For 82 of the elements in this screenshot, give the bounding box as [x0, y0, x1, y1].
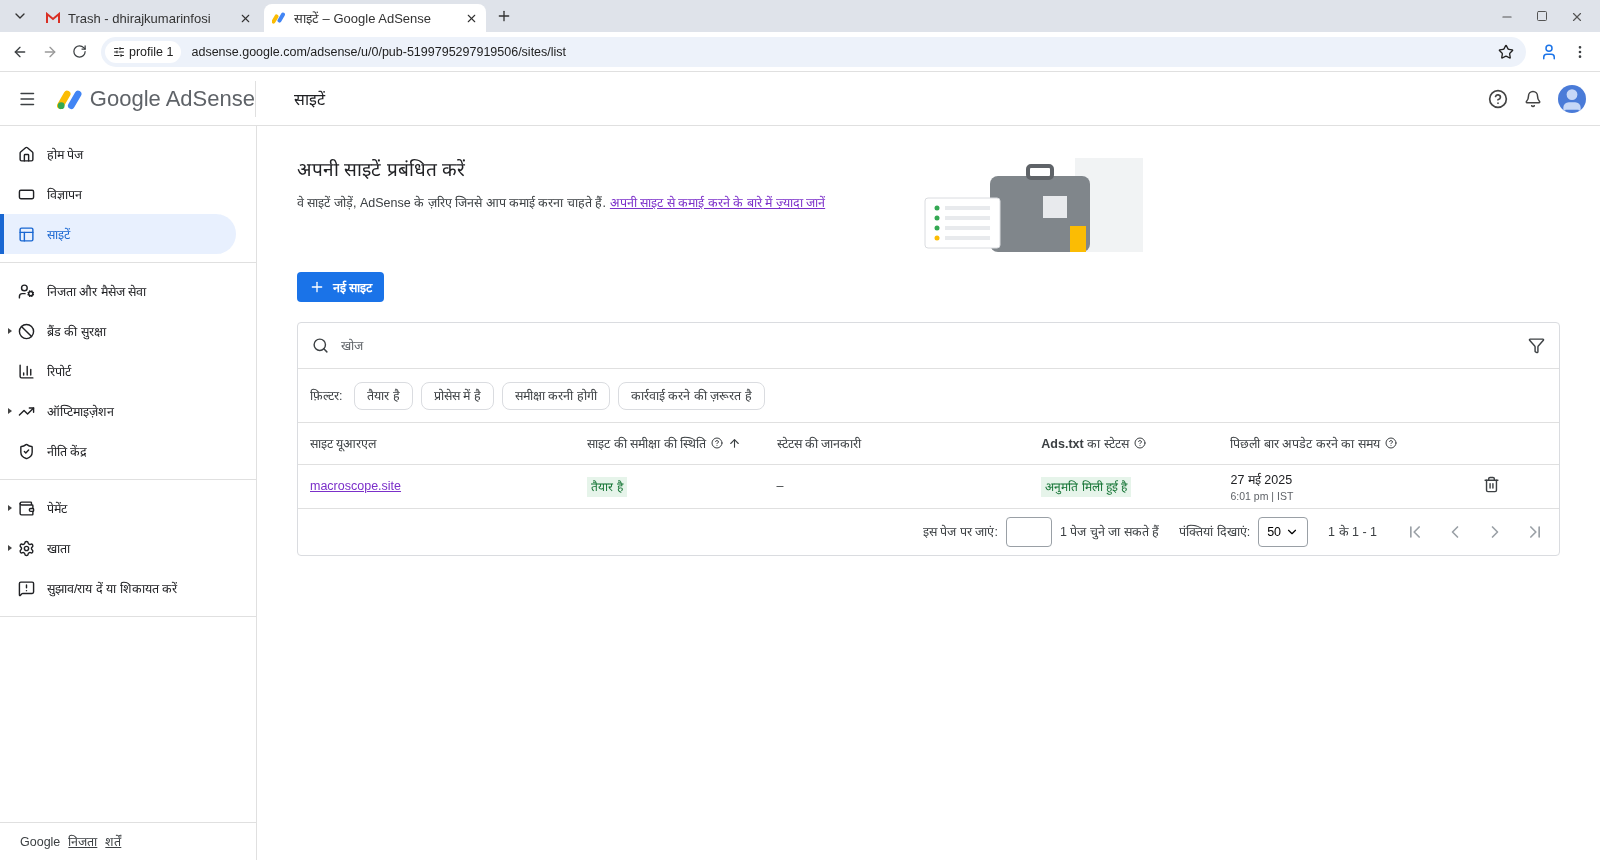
sort-arrow-icon[interactable]: [728, 436, 742, 450]
rows-per-page-select[interactable]: 50: [1258, 516, 1309, 547]
sidebar-item[interactable]: खाता: [0, 528, 236, 568]
feedback-icon: [18, 579, 35, 597]
footer-link[interactable]: शर्तें: [105, 833, 122, 850]
sidebar-item[interactable]: ऑप्टिमाइज़ेशन: [0, 391, 236, 431]
table-cell: –: [776, 479, 784, 493]
intro-text: वे साइटें जोड़ें, AdSense के ज़रिए जिनसे आप कमाई करना चाहते हैं. अपनी साइट से कमाई करने के बारे में ज़्यादा जानें: [297, 194, 826, 211]
reload-icon[interactable]: [72, 44, 87, 59]
caret-icon: [8, 408, 12, 414]
browser-tab[interactable]: Trash - dhirajkumarinfosi: [38, 4, 260, 32]
sidebar-item[interactable]: साइटें: [0, 214, 236, 254]
filter-chip[interactable]: प्रोसेस में है: [420, 381, 494, 410]
status-badge: तैयार है: [587, 476, 627, 497]
home-icon: [18, 145, 35, 163]
filter-chip[interactable]: तैयार है: [354, 381, 413, 410]
prohibited-icon: [18, 322, 35, 340]
sidebar-item[interactable]: होम पेज: [0, 134, 236, 174]
close-icon[interactable]: [1570, 10, 1584, 24]
delete-icon: [1482, 476, 1500, 493]
help-icon[interactable]: [711, 437, 724, 450]
sidebar-item[interactable]: पेमेंट: [0, 488, 236, 528]
sidebar-item[interactable]: नीति केंद्र: [0, 431, 236, 471]
updated-time: 6:01 pm | IST: [1230, 489, 1295, 502]
new-site-button[interactable]: नई साइट: [297, 272, 385, 302]
status-badge: अनुमति मिली हुई है: [1041, 476, 1132, 497]
restore-icon[interactable]: [1536, 10, 1548, 22]
help-icon[interactable]: [1133, 437, 1146, 450]
settings-icon: [18, 539, 35, 557]
sidebar-item[interactable]: ब्रैंड की सुरक्षा: [0, 311, 236, 351]
bar-chart-icon: [18, 362, 35, 380]
column-header[interactable]: साइट यूआरएल: [310, 434, 377, 452]
sidebar-item[interactable]: निजता और मैसेज सेवा: [0, 271, 236, 311]
product-name: Google AdSense: [89, 85, 255, 112]
filter-label: फ़िल्टर:: [310, 387, 343, 404]
tab-title: Trash - dhirajkumarinfosi: [68, 10, 212, 26]
column-header[interactable]: पिछली बार अपडेट करने का समय: [1230, 434, 1397, 452]
tab-title: साइटें – Google AdSense: [294, 10, 433, 27]
column-header[interactable]: Ads.txt का स्टेटस: [1041, 434, 1146, 452]
filter-chip[interactable]: कार्रवाई करने की ज़रूरत है: [617, 381, 765, 410]
browser-window-icon: [18, 225, 35, 243]
sidebar-item[interactable]: विज्ञापन: [0, 174, 236, 214]
goto-page-label: इस पेज पर जाएं:: [923, 523, 998, 540]
plus-icon: [309, 279, 325, 295]
caret-icon: [8, 545, 12, 551]
sidebar-item[interactable]: रिपोर्ट: [0, 351, 236, 391]
page-title: साइटें: [294, 89, 325, 110]
avatar[interactable]: [1558, 84, 1586, 113]
shield-icon: [18, 442, 35, 460]
rows-per-page-label: पंक्तियां दिखाएं:: [1179, 523, 1251, 540]
notifications-icon[interactable]: [1524, 89, 1542, 108]
delete-button[interactable]: [1482, 476, 1500, 493]
sidebar-item[interactable]: सुझाव/राय दें या शिकायत करें: [0, 568, 236, 608]
updated-date: 27 मई 2025: [1230, 471, 1294, 488]
plus-icon: [496, 8, 512, 24]
page-range: 1 के 1 - 1: [1328, 523, 1377, 540]
column-header[interactable]: स्टेटस की जानकारी: [776, 434, 862, 452]
caret-icon: [8, 328, 12, 334]
person-icon: [18, 282, 35, 300]
section-title: अपनी साइटें प्रबंधित करें: [297, 158, 466, 182]
browser-tab[interactable]: साइटें – Google AdSense: [264, 4, 486, 32]
url-text: adsense.google.com/adsense/u/0/pub-5199795297919506/sites/list: [191, 44, 568, 59]
profile-chip[interactable]: profile 1: [105, 40, 182, 63]
filter-chip[interactable]: समीक्षा करनी होगी: [501, 381, 610, 410]
bookmark-star-icon[interactable]: [1498, 43, 1514, 60]
footer-link[interactable]: निजता: [68, 833, 98, 850]
filter-icon[interactable]: [1528, 337, 1545, 354]
pages-note: 1 पेज चुने जा सकते हैं: [1059, 523, 1160, 540]
help-icon[interactable]: [1488, 88, 1508, 109]
column-header[interactable]: साइट की समीक्षा की स्थिति: [587, 434, 742, 452]
brand-text: Google: [20, 834, 61, 849]
address-bar[interactable]: profile 1 adsense.google.com/adsense/u/0/pub-5199795297919506/sites/list: [101, 36, 1526, 67]
site-url-link[interactable]: macroscope.site: [310, 479, 401, 493]
caret-icon: [8, 505, 12, 511]
mail-icon: [46, 12, 60, 24]
profile-icon[interactable]: [1540, 42, 1558, 61]
sliders-icon: [113, 45, 125, 58]
search-icon: [312, 337, 329, 354]
help-icon[interactable]: [1384, 437, 1397, 450]
logo-icon: [272, 12, 286, 24]
page-number-field[interactable]: [1005, 516, 1052, 547]
learn-more-link[interactable]: अपनी साइट से कमाई करने के बारे में ज़्यादा जानें: [609, 196, 826, 210]
